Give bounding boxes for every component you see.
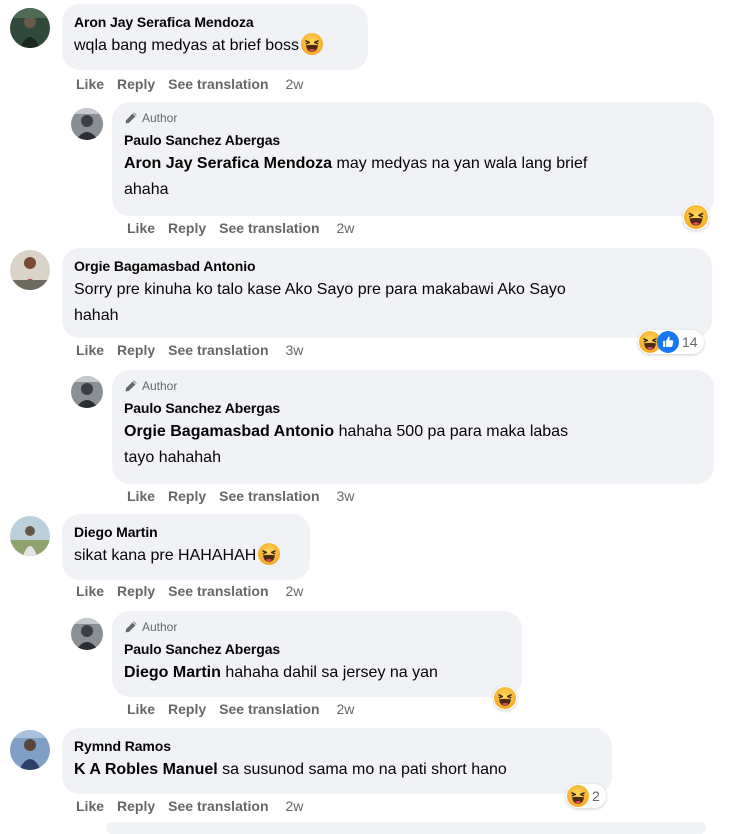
comment-author[interactable]: Rymnd Ramos bbox=[74, 737, 600, 755]
comment-time[interactable]: 2w bbox=[286, 75, 304, 93]
like-button[interactable]: Like bbox=[76, 75, 104, 93]
mention-link[interactable]: K A Robles Manuel bbox=[74, 761, 218, 778]
like-button[interactable]: Like bbox=[127, 700, 155, 718]
author-badge-label: Author bbox=[142, 379, 178, 393]
avatar[interactable] bbox=[71, 108, 103, 140]
reply-bubble: Author Paulo Sanchez Abergas Aron Jay Se… bbox=[112, 102, 714, 216]
reply-bubble: Author Paulo Sanchez Abergas Diego Marti… bbox=[112, 611, 522, 697]
comment-text: sa susunod sama mo na pati short hano bbox=[222, 761, 507, 778]
comment-author[interactable]: Aron Jay Serafica Mendoza bbox=[74, 13, 356, 31]
comment-actions: Like Reply See translation 2w bbox=[76, 582, 303, 600]
comment-time[interactable]: 2w bbox=[337, 219, 355, 237]
author-badge-label: Author bbox=[142, 111, 178, 125]
comment-actions: Like Reply See translation 2w bbox=[76, 75, 303, 93]
see-translation-button[interactable]: See translation bbox=[219, 487, 319, 505]
see-translation-button[interactable]: See translation bbox=[219, 700, 319, 718]
reply-bubble: Author Paulo Sanchez Abergas Orgie Bagam… bbox=[112, 370, 714, 484]
comment-body: wqla bang medyas at brief boss bbox=[74, 33, 356, 64]
reaction-count: 2 bbox=[592, 788, 600, 804]
comment-author[interactable]: Paulo Sanchez Abergas bbox=[124, 131, 702, 149]
comment-time[interactable]: 3w bbox=[286, 341, 304, 359]
comment-body: Orgie Bagamasbad Antonio hahaha 500 pa p… bbox=[124, 419, 702, 471]
avatar[interactable] bbox=[71, 618, 103, 650]
reaction-badge[interactable] bbox=[683, 204, 709, 230]
comment-text-line2: tayo hahahah bbox=[124, 449, 221, 466]
reaction-badge[interactable]: 2 bbox=[566, 784, 606, 808]
haha-emoji-icon bbox=[494, 687, 516, 709]
comment-author[interactable]: Orgie Bagamasbad Antonio bbox=[74, 257, 700, 275]
comment-bubble: Diego Martin sikat kana pre HAHAHAH bbox=[62, 514, 310, 580]
like-button[interactable]: Like bbox=[76, 341, 104, 359]
author-badge: Author bbox=[124, 110, 702, 126]
author-badge: Author bbox=[124, 378, 702, 394]
like-button[interactable]: Like bbox=[76, 797, 104, 815]
comment-text: may medyas na yan wala lang brief bbox=[336, 155, 588, 172]
comment-bubble: Orgie Bagamasbad Antonio Sorry pre kinuh… bbox=[62, 248, 712, 338]
pencil-icon bbox=[124, 620, 138, 634]
reply-button[interactable]: Reply bbox=[117, 75, 155, 93]
avatar[interactable] bbox=[10, 250, 50, 290]
see-translation-button[interactable]: See translation bbox=[168, 797, 268, 815]
comment-text: sikat kana pre HAHAHAH bbox=[74, 547, 257, 564]
author-badge: Author bbox=[124, 619, 510, 635]
next-comment-bubble-edge bbox=[106, 822, 706, 834]
avatar[interactable] bbox=[10, 8, 50, 48]
comment-bubble: Rymnd Ramos K A Robles Manuel sa susunod… bbox=[62, 728, 612, 794]
avatar[interactable] bbox=[71, 376, 103, 408]
comment-author[interactable]: Paulo Sanchez Abergas bbox=[124, 640, 510, 658]
comment-text-line2: ahaha bbox=[124, 181, 169, 198]
reaction-count: 14 bbox=[682, 334, 698, 350]
reply-button[interactable]: Reply bbox=[117, 797, 155, 815]
reply-actions: Like Reply See translation 3w bbox=[127, 487, 354, 505]
comment-text-line2: hahah bbox=[74, 307, 119, 324]
comment-body: Aron Jay Serafica Mendoza may medyas na … bbox=[124, 151, 702, 203]
comment-text: wqla bang medyas at brief boss bbox=[74, 37, 300, 54]
reply-button[interactable]: Reply bbox=[168, 700, 206, 718]
reply-actions: Like Reply See translation 2w bbox=[127, 219, 354, 237]
mention-link[interactable]: Orgie Bagamasbad Antonio bbox=[124, 423, 334, 440]
like-reaction-icon bbox=[657, 331, 679, 353]
like-button[interactable]: Like bbox=[127, 219, 155, 237]
like-button[interactable]: Like bbox=[127, 487, 155, 505]
haha-emoji-icon bbox=[567, 785, 589, 807]
see-translation-button[interactable]: See translation bbox=[219, 219, 319, 237]
see-translation-button[interactable]: See translation bbox=[168, 341, 268, 359]
reply-button[interactable]: Reply bbox=[168, 487, 206, 505]
pencil-icon bbox=[124, 379, 138, 393]
comment-time[interactable]: 2w bbox=[286, 797, 304, 815]
comment-text: hahaha 500 pa para maka labas bbox=[338, 423, 569, 440]
reaction-badge[interactable]: 14 bbox=[638, 330, 704, 354]
mention-link[interactable]: Aron Jay Serafica Mendoza bbox=[124, 155, 332, 172]
avatar[interactable] bbox=[10, 516, 50, 556]
comment-author[interactable]: Paulo Sanchez Abergas bbox=[124, 399, 702, 417]
comment-actions: Like Reply See translation 2w bbox=[76, 797, 303, 815]
reply-button[interactable]: Reply bbox=[117, 582, 155, 600]
haha-emoji-icon bbox=[684, 205, 708, 229]
see-translation-button[interactable]: See translation bbox=[168, 582, 268, 600]
reply-actions: Like Reply See translation 2w bbox=[127, 700, 354, 718]
comment-time[interactable]: 2w bbox=[337, 700, 355, 718]
haha-emoji-icon bbox=[258, 543, 280, 574]
reply-button[interactable]: Reply bbox=[168, 219, 206, 237]
author-badge-label: Author bbox=[142, 620, 178, 634]
comment-body: K A Robles Manuel sa susunod sama mo na … bbox=[74, 757, 600, 783]
comment-bubble: Aron Jay Serafica Mendoza wqla bang medy… bbox=[62, 4, 368, 70]
comment-time[interactable]: 3w bbox=[337, 487, 355, 505]
haha-emoji-icon bbox=[301, 33, 323, 64]
see-translation-button[interactable]: See translation bbox=[168, 75, 268, 93]
reply-button[interactable]: Reply bbox=[117, 341, 155, 359]
comment-body: Sorry pre kinuha ko talo kase Ako Sayo p… bbox=[74, 277, 700, 329]
reaction-badge[interactable] bbox=[493, 686, 517, 710]
comment-text: Sorry pre kinuha ko talo kase Ako Sayo p… bbox=[74, 281, 566, 298]
pencil-icon bbox=[124, 111, 138, 125]
comment-text: hahaha dahil sa jersey na yan bbox=[225, 664, 438, 681]
comment-author[interactable]: Diego Martin bbox=[74, 523, 298, 541]
comment-body: sikat kana pre HAHAHAH bbox=[74, 543, 298, 574]
like-button[interactable]: Like bbox=[76, 582, 104, 600]
comment-body: Diego Martin hahaha dahil sa jersey na y… bbox=[124, 660, 510, 686]
comment-actions: Like Reply See translation 3w bbox=[76, 341, 303, 359]
mention-link[interactable]: Diego Martin bbox=[124, 664, 221, 681]
comment-time[interactable]: 2w bbox=[286, 582, 304, 600]
avatar[interactable] bbox=[10, 730, 50, 770]
